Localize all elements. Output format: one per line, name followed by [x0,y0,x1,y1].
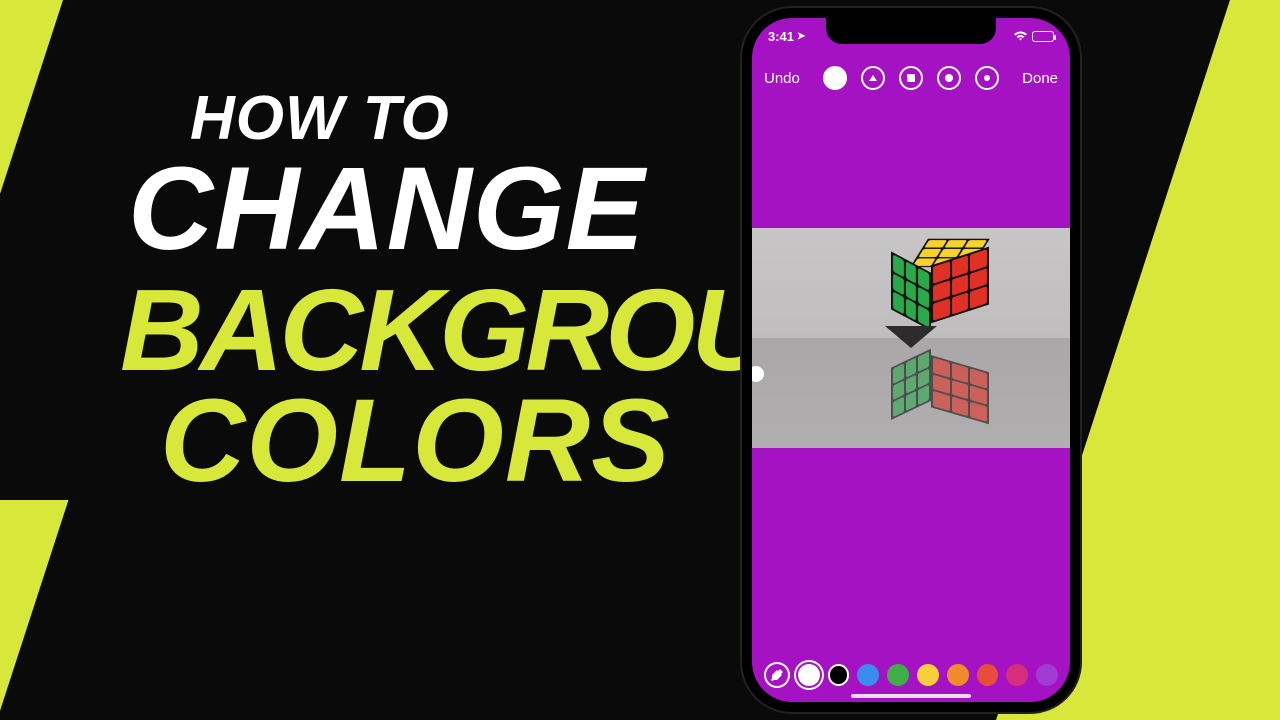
location-icon: ➤ [797,31,805,42]
status-bar-left: 3:41 ➤ [768,29,805,44]
tool-icons-group [823,66,999,90]
swatch-green[interactable] [887,664,909,686]
swatch-orange[interactable] [947,664,969,686]
rubiks-cube-scene [752,228,1070,448]
rubiks-cube-reflection [917,362,993,430]
eyedropper-tool-icon[interactable] [764,662,790,688]
story-photo[interactable] [752,228,1070,448]
wifi-icon [1013,31,1028,42]
status-time: 3:41 [768,29,794,44]
swatch-yellow[interactable] [917,664,939,686]
eraser-tool-icon[interactable] [975,66,999,90]
color-swatch-row [752,662,1070,688]
phone-notch [826,18,996,44]
drawing-toolbar: Undo Done [752,58,1070,98]
swatch-black[interactable] [828,664,850,686]
arrow-tool-icon[interactable] [861,66,885,90]
neon-tool-icon[interactable] [937,66,961,90]
done-button[interactable]: Done [1022,70,1058,87]
bg-stripe-bottom-left [0,500,68,720]
swatch-magenta[interactable] [1006,664,1028,686]
rubiks-cube [917,240,993,316]
status-bar-right [1013,31,1054,42]
home-indicator[interactable] [851,694,971,698]
phone-screen: 3:41 ➤ Undo Done [752,18,1070,702]
swatch-white[interactable] [798,664,820,686]
battery-icon [1032,31,1054,42]
swatch-red[interactable] [977,664,999,686]
pen-tool-icon[interactable] [823,66,847,90]
cube-stand [885,326,937,348]
bg-stripe-top-left [0,0,112,230]
undo-button[interactable]: Undo [764,70,800,87]
swatch-blue[interactable] [857,664,879,686]
marker-tool-icon[interactable] [899,66,923,90]
phone-mockup: 3:41 ➤ Undo Done [742,8,1080,712]
swatch-purple[interactable] [1036,664,1058,686]
